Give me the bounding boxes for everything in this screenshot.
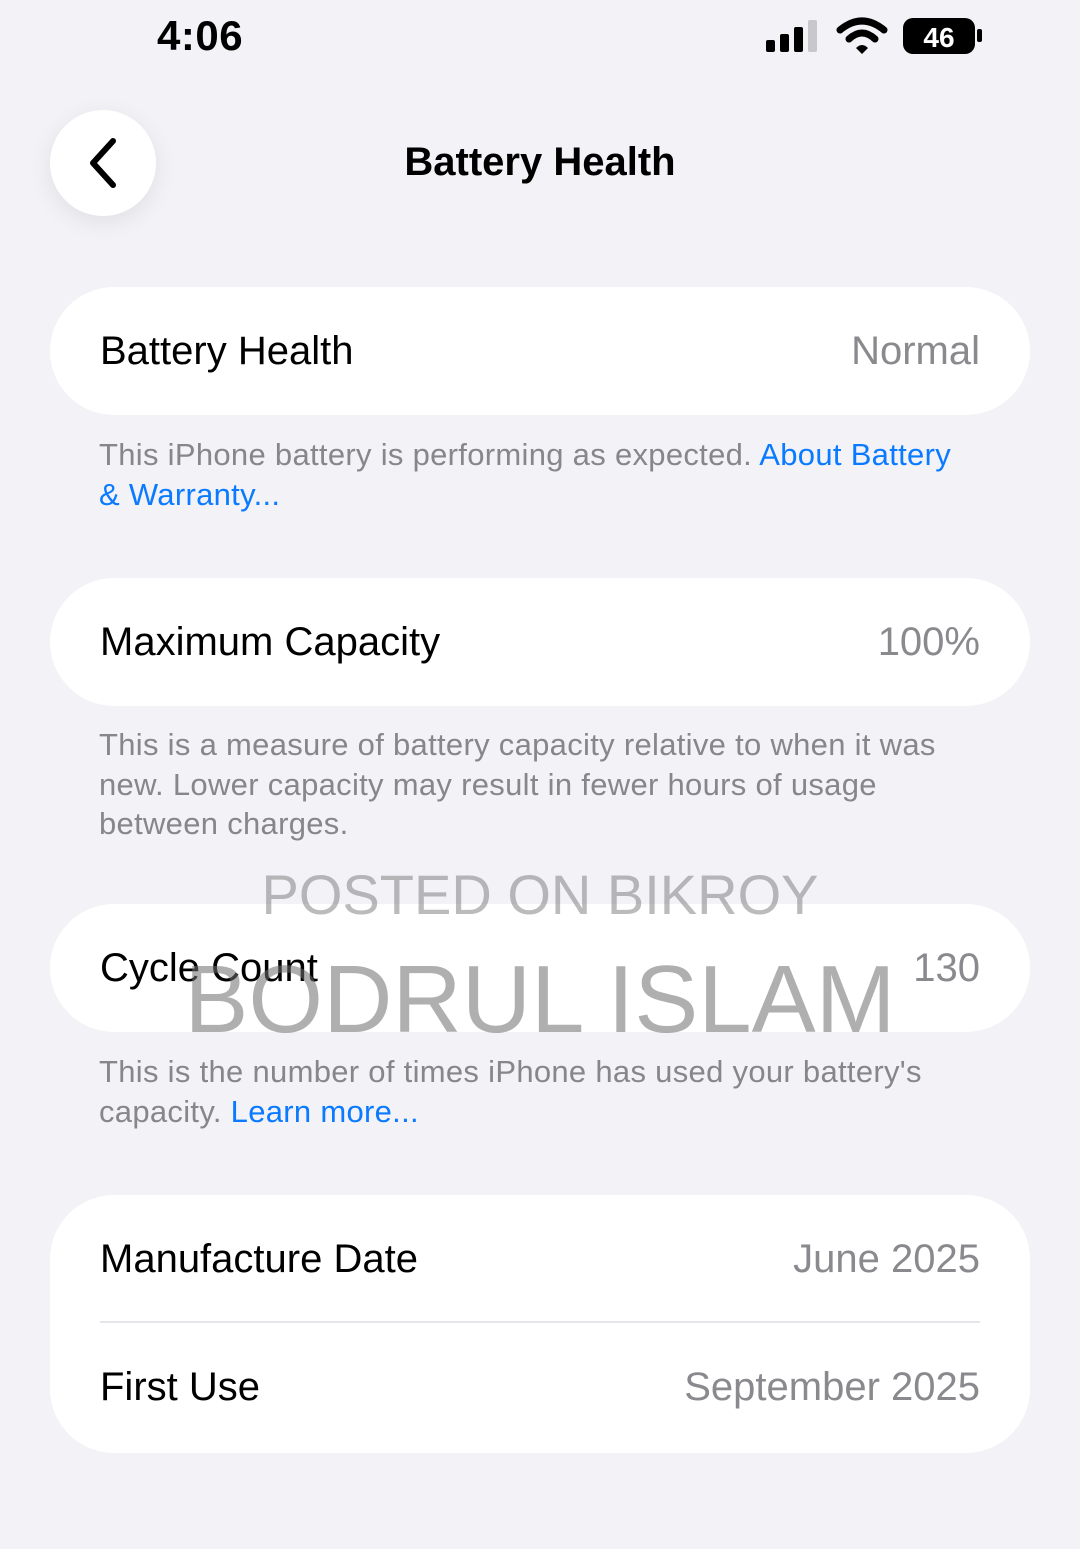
cycle-count-card: Cycle Count 130 — [50, 904, 1030, 1032]
first-use-row: First Use September 2025 — [50, 1323, 1030, 1453]
cycle-count-footnote: This is the number of times iPhone has u… — [99, 1052, 979, 1131]
page-title: Battery Health — [404, 140, 676, 184]
battery-health-row[interactable]: Battery Health Normal — [50, 287, 1030, 415]
maximum-capacity-value: 100% — [877, 620, 980, 664]
maximum-capacity-footnote: This is a measure of battery capacity re… — [99, 727, 936, 841]
battery-health-note-text: This iPhone battery is performing as exp… — [99, 437, 760, 472]
cycle-count-label: Cycle Count — [100, 946, 318, 990]
first-use-value: September 2025 — [684, 1365, 980, 1409]
dates-card: Manufacture Date June 2025 First Use Sep… — [50, 1195, 1030, 1453]
battery-health-value: Normal — [851, 329, 980, 373]
manufacture-date-label: Manufacture Date — [100, 1237, 418, 1281]
cycle-count-row: Cycle Count 130 — [50, 904, 1030, 1032]
first-use-label: First Use — [100, 1365, 260, 1409]
cycle-count-value: 130 — [913, 946, 980, 990]
battery-icon: 46 — [903, 18, 982, 54]
maximum-capacity-card: Maximum Capacity 100% — [50, 578, 1030, 706]
status-bar: 4:06 46 — [0, 0, 1080, 80]
learn-more-link[interactable]: Learn more... — [231, 1094, 419, 1129]
battery-health-label: Battery Health — [100, 329, 354, 373]
status-time: 4:06 — [157, 12, 244, 59]
cycle-count-note-text: This is the number of times iPhone has u… — [99, 1054, 922, 1129]
wifi-icon — [836, 17, 888, 54]
maximum-capacity-row: Maximum Capacity 100% — [50, 578, 1030, 706]
battery-health-footnote: This iPhone battery is performing as exp… — [99, 435, 979, 514]
battery-health-card[interactable]: Battery Health Normal — [50, 287, 1030, 415]
maximum-capacity-label: Maximum Capacity — [100, 620, 441, 664]
manufacture-date-row: Manufacture Date June 2025 — [50, 1195, 1030, 1323]
battery-level: 46 — [923, 22, 954, 53]
cellular-signal-icon — [766, 20, 817, 52]
manufacture-date-value: June 2025 — [793, 1237, 980, 1281]
